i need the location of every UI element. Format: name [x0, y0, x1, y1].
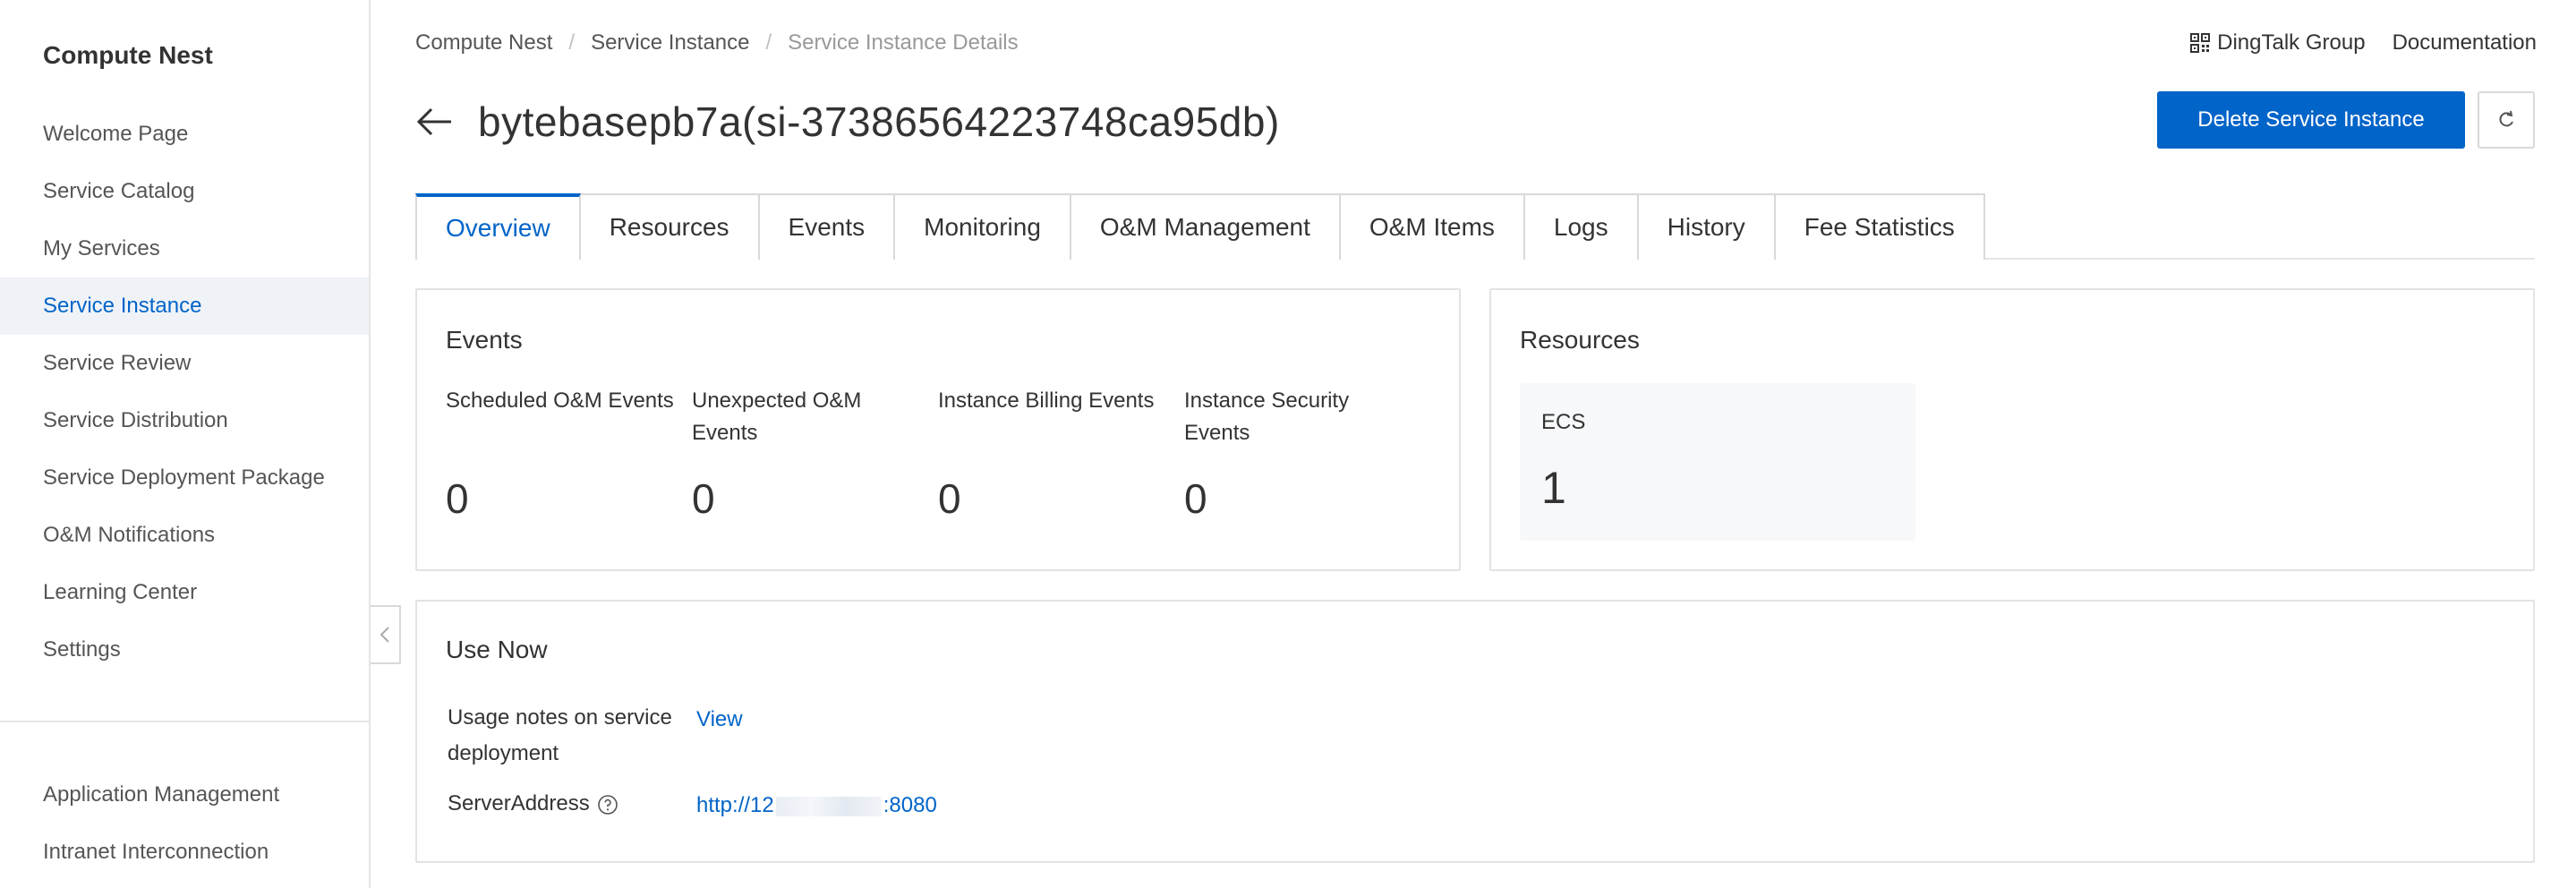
- unexpected-om-events: Unexpected O&M Events: [692, 385, 898, 449]
- refresh-icon: [2499, 110, 2513, 127]
- refresh-button[interactable]: [2478, 91, 2535, 149]
- scheduled-om-events-count: 0: [446, 475, 469, 522]
- redacted-ip-mask: [775, 796, 882, 816]
- tab-monitoring[interactable]: Monitoring: [895, 193, 1071, 260]
- back-arrow-icon[interactable]: [415, 102, 455, 141]
- top-links: DingTalk Group Documentation: [2190, 30, 2537, 56]
- tab-events[interactable]: Events: [759, 193, 896, 260]
- ecs-label: ECS: [1541, 410, 1586, 434]
- server-address-label-text: ServerAddress: [448, 791, 590, 815]
- breadcrumb-current: Service Instance Details: [788, 30, 1019, 55]
- ecs-count: 1: [1541, 463, 1566, 513]
- event-label: Instance Billing Events: [938, 388, 1155, 413]
- sidebar-item-learning-center[interactable]: Learning Center: [0, 564, 369, 621]
- sidebar-item-service-distribution[interactable]: Service Distribution: [0, 392, 369, 449]
- server-address-prefix: http://12: [696, 793, 774, 817]
- sidebar-item-om-notifications[interactable]: O&M Notifications: [0, 507, 369, 564]
- sidebar-collapse-button[interactable]: [371, 605, 401, 664]
- documentation-link[interactable]: Documentation: [2393, 30, 2537, 56]
- sidebar-item-settings[interactable]: Settings: [0, 621, 369, 679]
- breadcrumb: Compute Nest / Service Instance / Servic…: [415, 30, 1019, 56]
- use-now-card: Use Now Usage notes on service deploymen…: [415, 600, 2535, 863]
- tab-overview[interactable]: Overview: [415, 193, 581, 260]
- breadcrumb-separator: /: [765, 30, 772, 55]
- instance-billing-events: Instance Billing Events: [938, 385, 1180, 417]
- tab-history[interactable]: History: [1638, 193, 1776, 260]
- tab-logs[interactable]: Logs: [1524, 193, 1639, 260]
- chevron-left-icon: [380, 627, 389, 643]
- unexpected-om-events-count: 0: [692, 475, 715, 522]
- sidebar-item-service-review[interactable]: Service Review: [0, 335, 369, 392]
- tab-bar: Overview Resources Events Monitoring O&M…: [415, 193, 2535, 260]
- ecs-resource-tile[interactable]: ECS 1: [1520, 383, 1915, 541]
- event-label: Scheduled O&M Events: [446, 388, 674, 413]
- server-address-suffix: :8080: [883, 793, 937, 817]
- sidebar-title: Compute Nest: [43, 41, 213, 69]
- breadcrumb-separator: /: [568, 30, 576, 55]
- help-icon[interactable]: [597, 794, 618, 815]
- server-address-label: ServerAddress: [448, 786, 618, 822]
- sidebar: Compute Nest Welcome Page Service Catalo…: [0, 0, 371, 888]
- tab-fee-statistics[interactable]: Fee Statistics: [1775, 193, 1985, 260]
- tab-om-items[interactable]: O&M Items: [1340, 193, 1525, 260]
- sidebar-item-application-management[interactable]: Application Management: [0, 766, 369, 824]
- usage-notes-view-link[interactable]: View: [696, 707, 743, 732]
- events-card-title: Events: [446, 326, 523, 354]
- qrcode-icon: [2190, 33, 2211, 53]
- tab-resources[interactable]: Resources: [580, 193, 760, 260]
- use-now-title: Use Now: [446, 636, 548, 663]
- resources-card: Resources ECS 1: [1489, 288, 2535, 571]
- instance-billing-events-count: 0: [938, 475, 961, 522]
- resources-card-title: Resources: [1520, 326, 1640, 354]
- sidebar-item-service-deployment-package[interactable]: Service Deployment Package: [0, 449, 369, 507]
- instance-security-events: Instance Security Events: [1184, 385, 1390, 449]
- sidebar-item-service-instance[interactable]: Service Instance: [0, 278, 369, 335]
- usage-notes-label: Usage notes on service deployment: [448, 705, 672, 765]
- delete-service-instance-button[interactable]: Delete Service Instance: [2157, 91, 2465, 149]
- sidebar-divider: [0, 721, 369, 722]
- sidebar-item-intranet-interconnection[interactable]: Intranet Interconnection: [0, 824, 369, 881]
- page-title: bytebasepb7a(si-37386564223748ca95db): [478, 98, 1280, 145]
- tab-om-management[interactable]: O&M Management: [1070, 193, 1341, 260]
- events-card: Events Scheduled O&M Events 0 Unexpected…: [415, 288, 1461, 571]
- sidebar-item-welcome-page[interactable]: Welcome Page: [0, 106, 369, 163]
- instance-security-events-count: 0: [1184, 475, 1207, 522]
- event-label: Instance Security Events: [1184, 388, 1350, 445]
- dingtalk-group-link[interactable]: DingTalk Group: [2190, 30, 2366, 56]
- event-label: Unexpected O&M Events: [692, 388, 862, 445]
- scheduled-om-events: Scheduled O&M Events: [446, 385, 687, 417]
- title-row: bytebasepb7a(si-37386564223748ca95db): [415, 93, 1280, 150]
- breadcrumb-service-instance[interactable]: Service Instance: [591, 30, 749, 56]
- sidebar-item-my-services[interactable]: My Services: [0, 220, 369, 278]
- dingtalk-group-label: DingTalk Group: [2217, 30, 2366, 55]
- breadcrumb-compute-nest[interactable]: Compute Nest: [415, 30, 552, 56]
- sidebar-item-service-catalog[interactable]: Service Catalog: [0, 163, 369, 220]
- server-address-link[interactable]: http://12 :8080: [696, 793, 937, 818]
